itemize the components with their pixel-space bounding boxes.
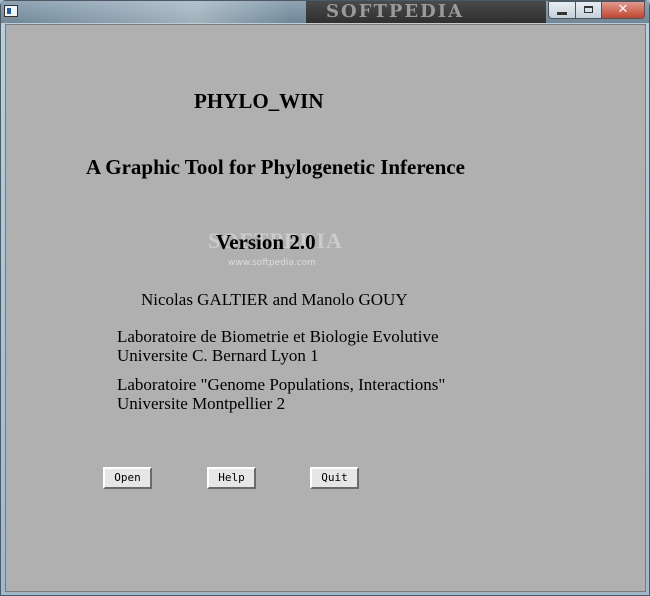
lab1-university: Universite C. Bernard Lyon 1 [117,346,319,365]
softpedia-url-watermark: www.softpedia.com [228,258,316,268]
title-bar[interactable]: SOFTPEDIA ✕ [1,1,649,23]
close-icon: ✕ [617,2,629,17]
open-button[interactable]: Open [103,467,152,489]
lab1-name: Laboratoire de Biometrie et Biologie Evo… [117,327,439,346]
maximize-button[interactable] [575,1,601,19]
minimize-button[interactable] [548,1,575,19]
app-window: SOFTPEDIA ✕ PHYLO_WIN A Graphic Tool for… [0,0,650,596]
title-watermark: SOFTPEDIA [306,1,546,23]
minimize-icon [557,12,567,15]
lab2-university: Universite Montpellier 2 [117,394,286,413]
about-panel: PHYLO_WIN A Graphic Tool for Phylogeneti… [5,24,646,592]
quit-button[interactable]: Quit [310,467,359,489]
authors-text: Nicolas GALTIER and Manolo GOUY [141,290,408,309]
version-label: Version 2.0 [216,230,316,254]
lab2-name: Laboratoire "Genome Populations, Interac… [117,375,446,394]
maximize-icon [584,6,593,13]
app-title: PHYLO_WIN [194,89,324,113]
close-button[interactable]: ✕ [601,1,645,19]
app-icon[interactable] [4,5,18,17]
app-subtitle: A Graphic Tool for Phylogenetic Inferenc… [86,155,465,179]
help-button[interactable]: Help [207,467,256,489]
window-controls: ✕ [548,1,645,19]
